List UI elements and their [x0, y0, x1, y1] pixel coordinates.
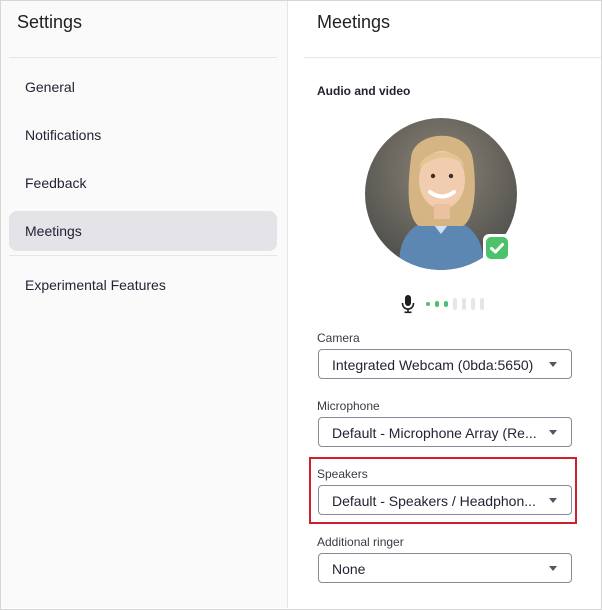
sidebar-item-label: General	[25, 79, 75, 95]
sidebar-item-label: Feedback	[25, 175, 87, 191]
sidebar-item-general[interactable]: General	[9, 67, 277, 107]
level-bar	[480, 298, 484, 310]
speakers-value: Default - Speakers / Headphon...	[332, 493, 536, 509]
level-bar	[426, 302, 430, 306]
sidebar-item-meetings[interactable]: Meetings	[9, 211, 277, 251]
camera-value: Integrated Webcam (0bda:5650)	[332, 357, 534, 373]
microphone-label: Microphone	[317, 399, 380, 413]
chevron-down-icon	[549, 498, 557, 503]
camera-select[interactable]: Integrated Webcam (0bda:5650)	[318, 349, 572, 379]
additional-ringer-label: Additional ringer	[317, 535, 404, 549]
level-bar	[444, 301, 448, 307]
chevron-down-icon	[549, 430, 557, 435]
sidebar-item-label: Notifications	[25, 127, 102, 143]
sidebar-title: Settings	[17, 12, 83, 32]
sidebar-item-label: Experimental Features	[25, 277, 166, 293]
sidebar-item-label: Meetings	[25, 223, 82, 239]
settings-sidebar: Settings General Notifications Feedback …	[1, 1, 288, 608]
level-bar	[453, 298, 457, 310]
microphone-icon	[401, 295, 415, 314]
sidebar-divider	[9, 57, 277, 58]
check-icon	[490, 243, 504, 254]
microphone-level-meter	[400, 294, 490, 314]
microphone-select[interactable]: Default - Microphone Array (Re...	[318, 417, 572, 447]
level-bar	[471, 298, 475, 310]
speakers-label: Speakers	[317, 467, 368, 481]
speakers-select[interactable]: Default - Speakers / Headphon...	[318, 485, 572, 515]
level-bar	[462, 298, 466, 310]
meetings-panel: Meetings Audio and video Camera Integrat…	[288, 1, 601, 608]
sidebar-item-feedback[interactable]: Feedback	[9, 163, 277, 203]
page-title: Meetings	[317, 12, 391, 32]
additional-ringer-select[interactable]: None	[318, 553, 572, 583]
camera-label: Camera	[317, 331, 360, 345]
additional-ringer-value: None	[332, 561, 366, 577]
sidebar-item-notifications[interactable]: Notifications	[9, 115, 277, 155]
chevron-down-icon	[549, 566, 557, 571]
video-ok-badge	[483, 234, 511, 262]
level-bar	[435, 301, 439, 307]
sidebar-divider	[9, 255, 277, 256]
sidebar-item-experimental-features[interactable]: Experimental Features	[9, 265, 277, 305]
microphone-value: Default - Microphone Array (Re...	[332, 425, 537, 441]
chevron-down-icon	[549, 362, 557, 367]
header-divider	[304, 57, 601, 58]
section-heading: Audio and video	[317, 84, 411, 98]
